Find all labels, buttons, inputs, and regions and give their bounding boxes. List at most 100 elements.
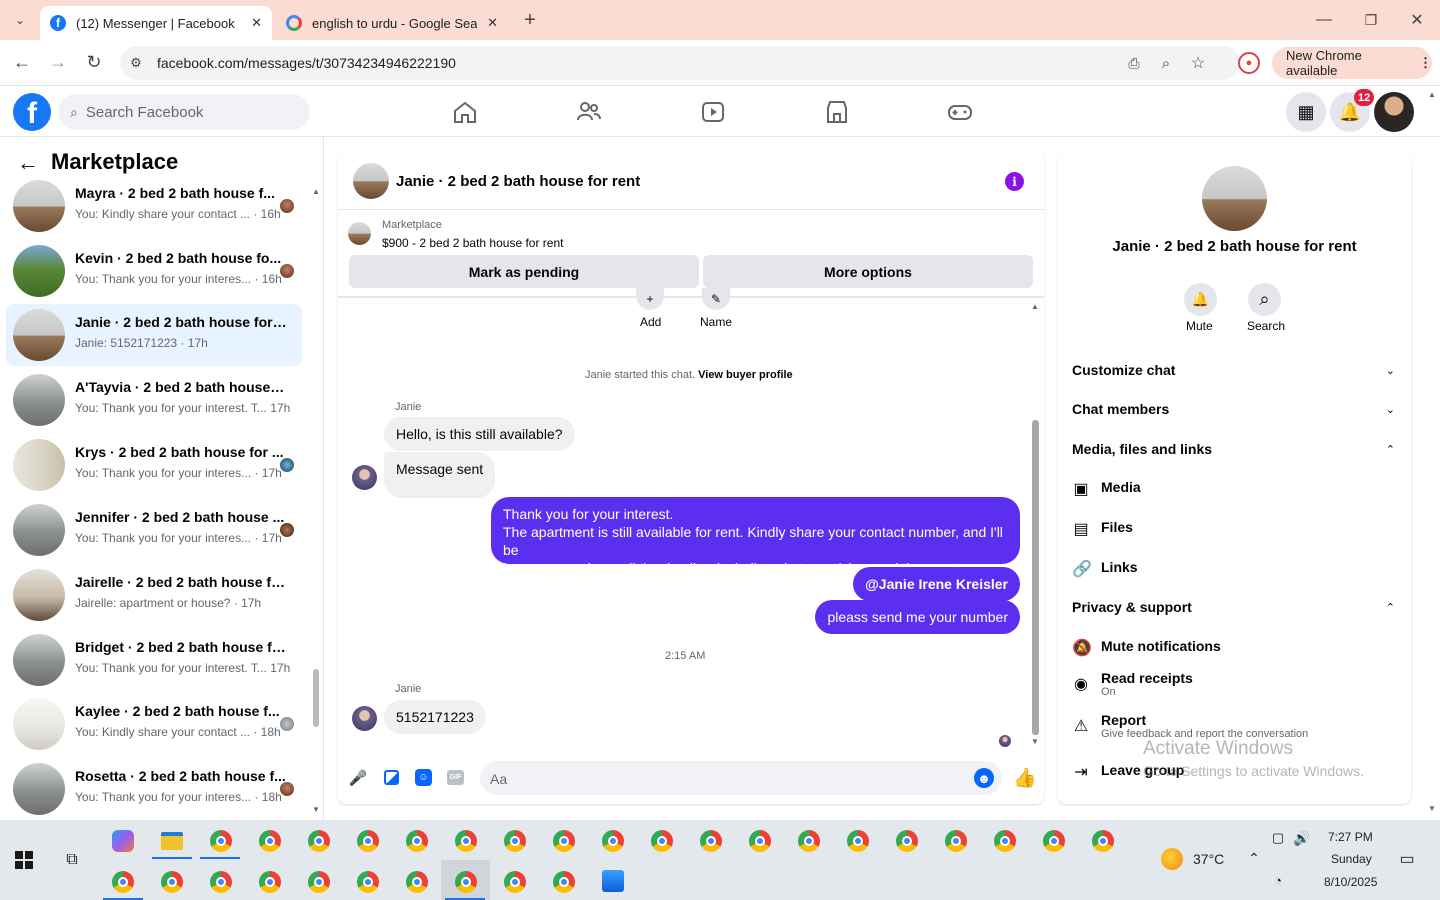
scroll-down-icon[interactable]: ▼ [1031,737,1039,746]
marketplace-icon[interactable] [823,98,851,126]
conversation-item[interactable]: A'Tayvia · 2 bed 2 bath house fo... You:… [6,369,302,431]
minimize-icon[interactable]: — [1312,8,1336,32]
chrome-app-icon[interactable] [259,871,281,893]
page-scroll-down-icon[interactable]: ▼ [1428,804,1436,813]
clock-time[interactable]: 7:27 PM [1328,830,1373,844]
chrome-app-icon[interactable] [161,871,183,893]
site-info-icon[interactable]: ⚙ [126,53,146,73]
like-thumb-icon[interactable]: 👍 [1013,767,1037,789]
chrome-app-icon[interactable] [700,830,722,852]
chrome-app-icon[interactable] [504,871,526,893]
chrome-app-icon[interactable] [259,830,281,852]
conversation-item[interactable]: Rosetta · 2 bed 2 bath house f... You: T… [6,758,302,820]
chrome-app-icon[interactable] [308,830,330,852]
incoming-message[interactable]: 5152171223 [384,700,486,734]
tab-google[interactable]: english to urdu - Google Search ✕ [276,6,508,40]
conversation-item[interactable]: Mayra · 2 bed 2 bath house f... You: Kin… [6,175,302,237]
incoming-message[interactable]: Hello, is this still available? [384,417,575,451]
scroll-down-icon[interactable]: ▼ [312,805,320,814]
close-tab-icon[interactable]: ✕ [251,15,262,31]
sender-avatar[interactable] [352,706,377,731]
listing-title[interactable]: $900 - 2 bed 2 bath house for rent [382,236,563,250]
sticker-icon[interactable]: ☺ [415,769,432,786]
copilot-icon[interactable] [112,830,134,852]
menu-grid-icon[interactable]: ▦ [1286,92,1326,132]
conversation-item[interactable]: Bridget · 2 bed 2 bath house for... You:… [6,629,302,691]
chrome-app-icon[interactable] [945,830,967,852]
chrome-app-icon[interactable] [112,871,134,893]
outgoing-message-mention[interactable]: @Janie Irene Kreisler [853,567,1020,601]
tray-expand-icon[interactable]: ⌃ [1244,848,1264,868]
chrome-app-icon[interactable] [455,830,477,852]
message-input[interactable]: Aa ☻ [480,761,1002,795]
scroll-up-icon[interactable]: ▲ [1031,302,1039,311]
chrome-app-icon[interactable] [651,830,673,852]
windows-start-icon[interactable] [15,851,33,869]
chrome-app-icon[interactable] [357,830,379,852]
chrome-app-icon[interactable] [406,830,428,852]
temperature-text[interactable]: 37°C [1193,851,1224,867]
chrome-app-icon[interactable] [896,830,918,852]
mute-bell-icon[interactable]: 🔔 [1184,283,1217,316]
account-avatar[interactable] [1374,92,1414,132]
clock-day[interactable]: Sunday [1331,852,1372,866]
scrollbar-thumb[interactable] [313,669,319,727]
section-privacy-support[interactable]: Privacy & support [1072,599,1192,615]
chevron-down-icon[interactable]: ⌄ [1386,364,1395,377]
video-icon[interactable] [699,98,727,126]
microphone-icon[interactable]: 🎤 [349,769,368,787]
meet-now-icon[interactable]: ▢ [1268,828,1288,848]
back-icon[interactable]: ← [10,50,34,74]
conversation-item[interactable]: Jennifer · 2 bed 2 bath house ... You: T… [6,499,302,561]
gaming-icon[interactable] [946,98,974,126]
volume-icon[interactable]: 🔊 [1292,828,1312,848]
notification-center-icon[interactable]: ▭ [1396,848,1418,870]
omnibox[interactable]: ⚙ facebook.com/messages/t/30734234946222… [120,46,1240,80]
chrome-app-icon[interactable] [553,871,575,893]
info-icon[interactable]: i [1005,172,1024,191]
chrome-app-icon[interactable] [798,830,820,852]
conversation-item[interactable]: Kaylee · 2 bed 2 bath house f... You: Ki… [6,693,302,755]
zoom-icon[interactable]: ⌕ [1156,53,1176,73]
reload-icon[interactable]: ↻ [82,50,106,74]
conversation-item-selected[interactable]: Janie · 2 bed 2 bath house for re... Jan… [6,304,302,366]
menu-item-report[interactable]: ⚠ Report Give feedback and report the con… [1072,712,1308,740]
chrome-update-button[interactable]: New Chrome available ⋮ [1272,47,1432,79]
friends-icon[interactable] [575,98,603,126]
chevron-up-icon[interactable]: ⌃ [1386,443,1395,456]
chevron-down-icon[interactable]: ⌄ [1386,403,1395,416]
chrome-app-icon[interactable] [1043,830,1065,852]
weather-icon[interactable] [1161,848,1183,870]
conversation-item[interactable]: Jairelle · 2 bed 2 bath house for ... Ja… [6,564,302,626]
section-media-files-links[interactable]: Media, files and links [1072,441,1212,457]
sender-avatar[interactable] [352,465,377,490]
search-icon[interactable]: ⌕ [1248,283,1281,316]
new-tab-icon[interactable]: + [518,8,542,32]
menu-item-media[interactable]: ▣ Media [1072,479,1140,499]
bookmark-star-icon[interactable]: ☆ [1188,53,1208,73]
photo-icon[interactable] [384,770,399,785]
file-explorer-icon[interactable] [161,832,183,850]
more-options-button[interactable]: More options [703,255,1033,288]
profile-icon[interactable]: ● [1238,52,1260,74]
chevron-up-icon[interactable]: ⌃ [1386,601,1395,614]
chrome-app-icon[interactable] [553,830,575,852]
close-tab-icon[interactable]: ✕ [487,15,498,31]
task-view-icon[interactable]: ⧉ [60,848,84,872]
chrome-app-icon[interactable] [847,830,869,852]
menu-item-mute-notifications[interactable]: 🔕 Mute notifications [1072,638,1221,658]
outgoing-message[interactable]: pleass send me your number [815,600,1020,634]
home-icon[interactable] [451,98,479,126]
chat-scrollbar-thumb[interactable] [1032,420,1039,735]
forward-icon[interactable]: → [46,50,70,74]
gif-icon[interactable]: GIF [447,770,464,785]
facebook-search-input[interactable]: ⌕ Search Facebook [58,94,310,130]
tab-messenger[interactable]: f (12) Messenger | Facebook ✕ [40,6,272,40]
chat-avatar[interactable] [353,163,389,199]
section-chat-members[interactable]: Chat members [1072,401,1169,417]
outgoing-message[interactable]: Thank you for your interest. The apartme… [491,497,1020,594]
incoming-message[interactable]: Message sent [384,452,496,498]
network-icon[interactable]: ◔ [1268,870,1288,890]
conversation-item[interactable]: Krys · 2 bed 2 bath house for ... You: T… [6,434,302,496]
add-people-icon[interactable]: + [636,288,664,310]
